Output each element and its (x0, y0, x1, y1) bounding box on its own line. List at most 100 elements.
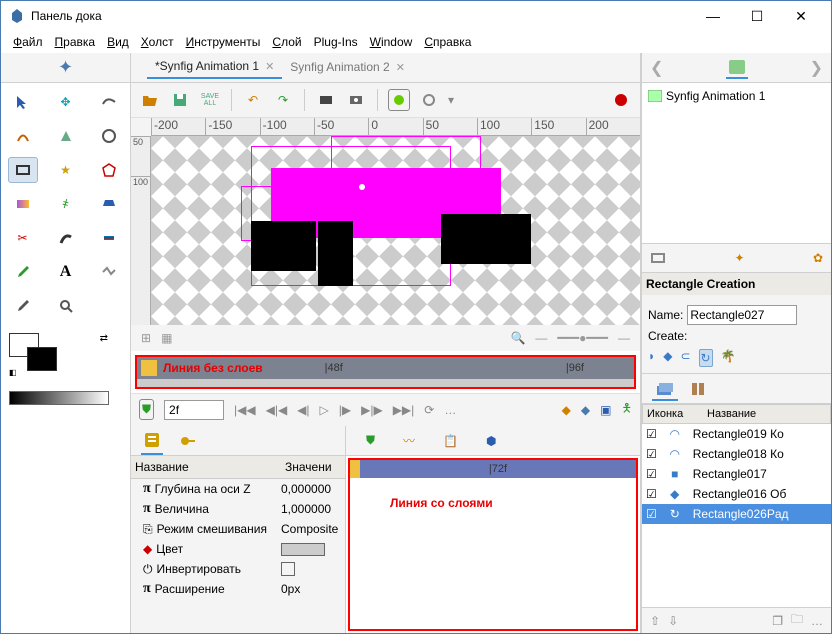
next-frame-icon[interactable]: |▶ (339, 403, 351, 417)
color-swatches[interactable]: ⇄ ◧ (9, 333, 122, 377)
record-icon[interactable] (610, 89, 632, 111)
layer-group-icon[interactable]: 🗀 (791, 610, 803, 631)
param-row[interactable]: ⏻Инвертировать (131, 559, 345, 579)
tool-region[interactable] (51, 123, 81, 149)
kf-tab-3-icon[interactable]: 📋 (443, 434, 458, 448)
menu-view[interactable]: Вид (101, 33, 135, 51)
next-kf-icon[interactable]: ▶|▶ (361, 403, 383, 417)
key-tab-icon[interactable] (177, 428, 199, 454)
tool-text[interactable]: A (51, 259, 81, 285)
tool-smooth[interactable] (94, 89, 124, 115)
menu-file[interactable]: Файл (7, 33, 49, 51)
name-input[interactable] (687, 305, 797, 325)
dropdown-icon[interactable]: ▾ (448, 93, 454, 107)
tool-rectangle[interactable] (8, 157, 38, 183)
kf-tab-1-icon[interactable]: ⛊ (366, 433, 375, 448)
layer-row[interactable]: ☑◠Rectangle019 Ко (642, 424, 831, 444)
layers-list[interactable]: ☑◠Rectangle019 Ко ☑◠Rectangle018 Ко ☑■Re… (642, 424, 831, 607)
tool-gradient[interactable] (8, 191, 38, 217)
snap-icon[interactable]: ⊞ (141, 331, 151, 345)
menubar[interactable]: Файл Правка Вид Холст Инструменты Слой P… (1, 31, 831, 53)
menu-plugins[interactable]: Plug-Ins (308, 33, 364, 51)
menu-window[interactable]: Window (364, 33, 419, 51)
tool-polygon[interactable] (94, 157, 124, 183)
layer-row[interactable]: ☑◆Rectangle016 Об (642, 484, 831, 504)
kf-tab-4-icon[interactable]: ⬢ (486, 434, 496, 448)
onion-on-icon[interactable] (388, 89, 410, 111)
close-icon[interactable]: ✕ (396, 61, 405, 74)
create-outline-icon[interactable]: ◆ (663, 349, 672, 367)
kf-tab-2-icon[interactable]: 〰 (403, 432, 415, 449)
bound-high-icon[interactable]: ◆ (581, 403, 590, 417)
tool-select[interactable] (8, 89, 38, 115)
tool-opt-star-icon[interactable]: ✦ (734, 251, 744, 265)
layer-down-icon[interactable]: ⇩ (668, 614, 678, 628)
keyframe-lock-icon[interactable]: ⛊ (139, 399, 154, 420)
layer-del-icon[interactable]: … (811, 614, 823, 628)
param-row[interactable]: ⎘Режим смешиванияComposite (131, 519, 345, 539)
layer-row[interactable]: ☑↻Rectangle026Pад (642, 504, 831, 524)
zoom-icon[interactable]: 🔍 (510, 331, 525, 345)
tool-cut[interactable]: ✂ (8, 225, 38, 251)
create-plant-icon[interactable]: 🌴 (721, 349, 736, 367)
params-tab-icon[interactable] (141, 427, 163, 455)
tool-bline[interactable] (8, 123, 38, 149)
frame-input[interactable] (164, 400, 224, 420)
grid-icon[interactable]: ▦ (161, 331, 172, 345)
render-icon[interactable] (315, 89, 337, 111)
layers-header-name[interactable]: Название (703, 405, 830, 423)
onion-off-icon[interactable] (418, 89, 440, 111)
nav-prev-icon[interactable]: ❮ (650, 58, 663, 78)
tool-brush[interactable] (8, 293, 38, 319)
tool-sketch[interactable] (94, 259, 124, 285)
param-row[interactable]: πГлубина на оси Z0,000000 (131, 479, 345, 499)
zoom-slider[interactable]: ━━━●━━━ (557, 331, 608, 345)
man-icon[interactable]: 🯅 (621, 399, 632, 420)
layer-row[interactable]: ☑◠Rectangle018 Ко (642, 444, 831, 464)
canvas-area[interactable]: -200-150-100-50050100150200 50100 (131, 118, 640, 325)
layer-dup-icon[interactable]: ❐ (772, 614, 783, 628)
menu-tools[interactable]: Инструменты (180, 33, 267, 51)
prev-kf-icon[interactable]: ◀|◀ (266, 403, 288, 417)
play-icon[interactable]: ▷ (320, 403, 329, 417)
open-icon[interactable] (139, 89, 161, 111)
menu-canvas[interactable]: Холст (135, 33, 180, 51)
close-icon[interactable]: ✕ (265, 60, 274, 73)
create-region-icon[interactable]: ◗ (648, 349, 655, 367)
saveall-icon[interactable]: SAVEALL (199, 89, 221, 111)
nav-tab-icon[interactable] (726, 57, 748, 79)
layer-checkbox[interactable]: ☑ (646, 427, 657, 441)
bound-icon[interactable]: ▣ (600, 403, 611, 417)
tool-opt-rect-icon[interactable] (650, 250, 666, 266)
layer-checkbox[interactable]: ☑ (646, 507, 657, 521)
tool-opt-gear-icon[interactable]: ✿ (813, 251, 823, 265)
layer-checkbox[interactable]: ☑ (646, 467, 657, 481)
maximize-button[interactable]: ☐ (735, 2, 779, 30)
layers-header-icon[interactable]: Иконка (643, 405, 703, 423)
tool-width[interactable] (94, 225, 124, 251)
canvas-tree[interactable]: Synfig Animation 1 (642, 83, 831, 243)
prev-frame-icon[interactable]: ◀| (297, 403, 309, 417)
loop-icon[interactable]: ⟳ (424, 403, 434, 417)
undo-icon[interactable]: ↶ (242, 89, 264, 111)
close-button[interactable]: ✕ (779, 2, 823, 30)
redo-icon[interactable]: ↷ (272, 89, 294, 111)
tool-bucket[interactable] (94, 191, 124, 217)
tool-plant[interactable]: ҂ (51, 191, 81, 217)
create-advanced-icon[interactable]: ⊂ (680, 349, 690, 367)
save-icon[interactable] (169, 89, 191, 111)
nav-next-icon[interactable]: ❯ (810, 58, 823, 78)
menu-help[interactable]: Справка (418, 33, 477, 51)
param-row[interactable]: πРасширение0px (131, 579, 345, 599)
param-row[interactable]: ◆Цвет (131, 539, 345, 559)
layer-row[interactable]: ☑■Rectangle017 (642, 464, 831, 484)
bound-low-icon[interactable]: ◆ (562, 403, 571, 417)
minimize-button[interactable]: — (691, 2, 735, 30)
menu-edit[interactable]: Правка (49, 33, 102, 51)
params-header-name[interactable]: Название (131, 456, 281, 478)
tool-circle[interactable] (94, 123, 124, 149)
library-tab-icon[interactable] (686, 378, 710, 400)
menu-layer[interactable]: Слой (266, 33, 307, 51)
layer-up-icon[interactable]: ⇧ (650, 614, 660, 628)
tool-star[interactable]: ★ (51, 157, 81, 183)
